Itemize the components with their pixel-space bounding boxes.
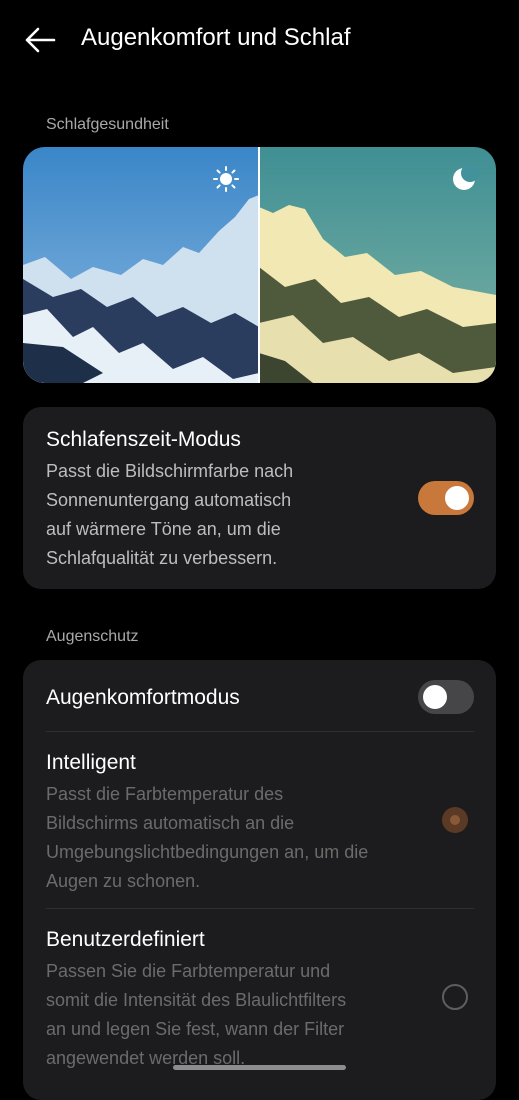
divider: [46, 731, 474, 732]
page-title: Augenkomfort und Schlaf: [81, 24, 351, 51]
section-label-eye-protection: Augenschutz: [46, 628, 139, 645]
intelligent-option-description: Passt die Farbtemperatur des Bildschirms…: [46, 784, 369, 891]
bedtime-mode-toggle[interactable]: [418, 481, 474, 515]
section-label-sleep: Schlafgesundheit: [46, 116, 169, 133]
bedtime-mode-title: Schlafenszeit-Modus: [46, 428, 241, 451]
intelligent-option-title: Intelligent: [46, 751, 136, 774]
eye-protection-card: Augenkomfortmodus Intelligent Passt die …: [23, 660, 496, 1100]
bedtime-mode-description: Passt die Bildschirmfarbe nach Sonnenunt…: [46, 461, 294, 568]
divider: [46, 908, 474, 909]
custom-option-description: Passen Sie die Farbtemperatur und somit …: [46, 961, 347, 1068]
bedtime-mode-card[interactable]: Schlafenszeit-Modus Passt die Bildschirm…: [23, 407, 496, 589]
custom-option-title: Benutzerdefiniert: [46, 928, 205, 951]
day-night-preview-image: [23, 147, 496, 383]
toggle-knob: [445, 486, 469, 510]
custom-option-radio[interactable]: [442, 984, 468, 1010]
sun-icon: [213, 166, 239, 192]
eye-comfort-toggle[interactable]: [418, 680, 474, 714]
arrow-left-icon[interactable]: [24, 26, 56, 54]
toggle-knob: [423, 685, 447, 709]
home-indicator[interactable]: [173, 1065, 346, 1070]
eye-comfort-title: Augenkomfortmodus: [46, 686, 240, 709]
intelligent-option-radio[interactable]: [442, 807, 468, 833]
app-header: Augenkomfort und Schlaf: [0, 0, 519, 82]
